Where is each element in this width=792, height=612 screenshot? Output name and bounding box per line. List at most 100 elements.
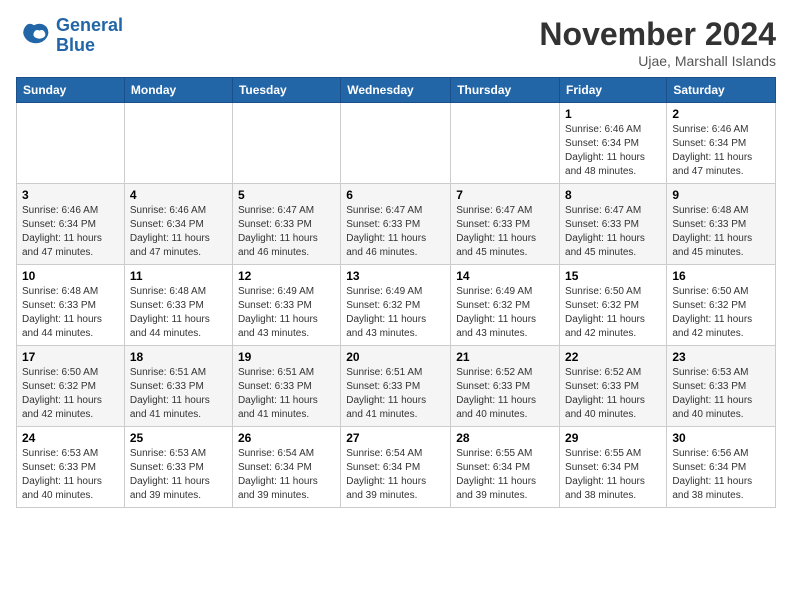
day-info: Sunrise: 6:48 AMSunset: 6:33 PMDaylight:… xyxy=(672,204,770,260)
day-number: 7 xyxy=(456,188,554,202)
day-info: Sunrise: 6:53 AMSunset: 6:33 PMDaylight:… xyxy=(130,447,227,503)
calendar-cell xyxy=(451,103,560,184)
day-info: Sunrise: 6:46 AMSunset: 6:34 PMDaylight:… xyxy=(22,204,119,260)
weekday-header-wednesday: Wednesday xyxy=(341,78,451,103)
calendar-cell: 6 Sunrise: 6:47 AMSunset: 6:33 PMDaylight… xyxy=(341,184,451,265)
calendar-cell: 15 Sunrise: 6:50 AMSunset: 6:32 PMDayligh… xyxy=(560,265,667,346)
calendar-cell: 16 Sunrise: 6:50 AMSunset: 6:32 PMDayligh… xyxy=(667,265,776,346)
day-info: Sunrise: 6:54 AMSunset: 6:34 PMDaylight:… xyxy=(238,447,335,503)
day-number: 17 xyxy=(22,350,119,364)
day-info: Sunrise: 6:49 AMSunset: 6:32 PMDaylight:… xyxy=(346,285,445,341)
day-info: Sunrise: 6:51 AMSunset: 6:33 PMDaylight:… xyxy=(130,366,227,422)
day-info: Sunrise: 6:51 AMSunset: 6:33 PMDaylight:… xyxy=(346,366,445,422)
day-info: Sunrise: 6:50 AMSunset: 6:32 PMDaylight:… xyxy=(672,285,770,341)
day-info: Sunrise: 6:47 AMSunset: 6:33 PMDaylight:… xyxy=(238,204,335,260)
weekday-header-monday: Monday xyxy=(124,78,232,103)
day-number: 14 xyxy=(456,269,554,283)
day-info: Sunrise: 6:51 AMSunset: 6:33 PMDaylight:… xyxy=(238,366,335,422)
day-number: 20 xyxy=(346,350,445,364)
day-info: Sunrise: 6:47 AMSunset: 6:33 PMDaylight:… xyxy=(565,204,661,260)
day-info: Sunrise: 6:48 AMSunset: 6:33 PMDaylight:… xyxy=(22,285,119,341)
day-number: 8 xyxy=(565,188,661,202)
day-number: 16 xyxy=(672,269,770,283)
location: Ujae, Marshall Islands xyxy=(539,53,776,69)
day-number: 22 xyxy=(565,350,661,364)
calendar-cell: 21 Sunrise: 6:52 AMSunset: 6:33 PMDayligh… xyxy=(451,346,560,427)
day-info: Sunrise: 6:55 AMSunset: 6:34 PMDaylight:… xyxy=(456,447,554,503)
calendar-cell xyxy=(17,103,125,184)
calendar-cell: 26 Sunrise: 6:54 AMSunset: 6:34 PMDayligh… xyxy=(232,427,340,508)
day-info: Sunrise: 6:53 AMSunset: 6:33 PMDaylight:… xyxy=(22,447,119,503)
calendar-cell: 23 Sunrise: 6:53 AMSunset: 6:33 PMDayligh… xyxy=(667,346,776,427)
day-info: Sunrise: 6:54 AMSunset: 6:34 PMDaylight:… xyxy=(346,447,445,503)
day-number: 30 xyxy=(672,431,770,445)
day-info: Sunrise: 6:52 AMSunset: 6:33 PMDaylight:… xyxy=(456,366,554,422)
logo-icon xyxy=(16,18,52,54)
day-number: 19 xyxy=(238,350,335,364)
day-info: Sunrise: 6:47 AMSunset: 6:33 PMDaylight:… xyxy=(346,204,445,260)
day-number: 27 xyxy=(346,431,445,445)
calendar-cell: 18 Sunrise: 6:51 AMSunset: 6:33 PMDayligh… xyxy=(124,346,232,427)
calendar-cell: 13 Sunrise: 6:49 AMSunset: 6:32 PMDayligh… xyxy=(341,265,451,346)
calendar-cell: 17 Sunrise: 6:50 AMSunset: 6:32 PMDayligh… xyxy=(17,346,125,427)
calendar-cell: 30 Sunrise: 6:56 AMSunset: 6:34 PMDayligh… xyxy=(667,427,776,508)
calendar-cell: 2Sunrise: 6:46 AMSunset: 6:34 PMDaylight… xyxy=(667,103,776,184)
day-info: Sunrise: 6:53 AMSunset: 6:33 PMDaylight:… xyxy=(672,366,770,422)
day-info: Sunrise: 6:55 AMSunset: 6:34 PMDaylight:… xyxy=(565,447,661,503)
day-number: 26 xyxy=(238,431,335,445)
day-number: 24 xyxy=(22,431,119,445)
calendar-cell: 27 Sunrise: 6:54 AMSunset: 6:34 PMDayligh… xyxy=(341,427,451,508)
calendar-week-row: 1 Sunrise: 6:46 AMSunset: 6:34 PMDaylight… xyxy=(17,103,776,184)
day-info: Sunrise: 6:56 AMSunset: 6:34 PMDaylight:… xyxy=(672,447,770,503)
day-info: Sunrise: 6:46 AMSunset: 6:34 PMDaylight:… xyxy=(565,123,661,179)
day-number: 1 xyxy=(565,107,661,121)
weekday-header-thursday: Thursday xyxy=(451,78,560,103)
weekday-header-friday: Friday xyxy=(560,78,667,103)
weekday-header-sunday: Sunday xyxy=(17,78,125,103)
calendar-cell: 25 Sunrise: 6:53 AMSunset: 6:33 PMDayligh… xyxy=(124,427,232,508)
day-number: 21 xyxy=(456,350,554,364)
day-info: Sunrise: 6:50 AMSunset: 6:32 PMDaylight:… xyxy=(565,285,661,341)
day-number: 18 xyxy=(130,350,227,364)
day-number: 28 xyxy=(456,431,554,445)
calendar-cell: 3 Sunrise: 6:46 AMSunset: 6:34 PMDaylight… xyxy=(17,184,125,265)
day-number: 11 xyxy=(130,269,227,283)
day-number: 3 xyxy=(22,188,119,202)
calendar-cell: 29 Sunrise: 6:55 AMSunset: 6:34 PMDayligh… xyxy=(560,427,667,508)
day-info: Sunrise: 6:50 AMSunset: 6:32 PMDaylight:… xyxy=(22,366,119,422)
calendar-cell: 4Sunrise: 6:46 AMSunset: 6:34 PMDaylight… xyxy=(124,184,232,265)
calendar-cell xyxy=(124,103,232,184)
calendar-cell xyxy=(232,103,340,184)
calendar-cell: 12Sunrise: 6:49 AMSunset: 6:33 PMDayligh… xyxy=(232,265,340,346)
day-info: Sunrise: 6:49 AMSunset: 6:33 PMDaylight:… xyxy=(238,285,335,341)
calendar-cell: 20 Sunrise: 6:51 AMSunset: 6:33 PMDayligh… xyxy=(341,346,451,427)
calendar-cell: 9 Sunrise: 6:48 AMSunset: 6:33 PMDaylight… xyxy=(667,184,776,265)
day-info: Sunrise: 6:48 AMSunset: 6:33 PMDaylight:… xyxy=(130,285,227,341)
logo: General Blue xyxy=(16,16,123,56)
day-number: 6 xyxy=(346,188,445,202)
calendar-cell xyxy=(341,103,451,184)
day-number: 23 xyxy=(672,350,770,364)
day-info: Sunrise: 6:46 AMSunset: 6:34 PMDaylight:… xyxy=(130,204,227,260)
day-number: 13 xyxy=(346,269,445,283)
calendar-cell: 19 Sunrise: 6:51 AMSunset: 6:33 PMDayligh… xyxy=(232,346,340,427)
month-title: November 2024 xyxy=(539,16,776,53)
day-number: 9 xyxy=(672,188,770,202)
calendar-week-row: 24 Sunrise: 6:53 AMSunset: 6:33 PMDayligh… xyxy=(17,427,776,508)
calendar-cell: 7 Sunrise: 6:47 AMSunset: 6:33 PMDaylight… xyxy=(451,184,560,265)
calendar-table: SundayMondayTuesdayWednesdayThursdayFrid… xyxy=(16,77,776,508)
day-info: Sunrise: 6:52 AMSunset: 6:33 PMDaylight:… xyxy=(565,366,661,422)
weekday-header-tuesday: Tuesday xyxy=(232,78,340,103)
day-number: 10 xyxy=(22,269,119,283)
day-number: 15 xyxy=(565,269,661,283)
calendar-week-row: 3 Sunrise: 6:46 AMSunset: 6:34 PMDaylight… xyxy=(17,184,776,265)
calendar-week-row: 17 Sunrise: 6:50 AMSunset: 6:32 PMDayligh… xyxy=(17,346,776,427)
weekday-header-saturday: Saturday xyxy=(667,78,776,103)
calendar-cell: 24 Sunrise: 6:53 AMSunset: 6:33 PMDayligh… xyxy=(17,427,125,508)
calendar-cell: 5Sunrise: 6:47 AMSunset: 6:33 PMDaylight… xyxy=(232,184,340,265)
day-info: Sunrise: 6:47 AMSunset: 6:33 PMDaylight:… xyxy=(456,204,554,260)
day-number: 25 xyxy=(130,431,227,445)
day-number: 29 xyxy=(565,431,661,445)
day-info: Sunrise: 6:49 AMSunset: 6:32 PMDaylight:… xyxy=(456,285,554,341)
day-info: Sunrise: 6:46 AMSunset: 6:34 PMDaylight:… xyxy=(672,123,770,179)
